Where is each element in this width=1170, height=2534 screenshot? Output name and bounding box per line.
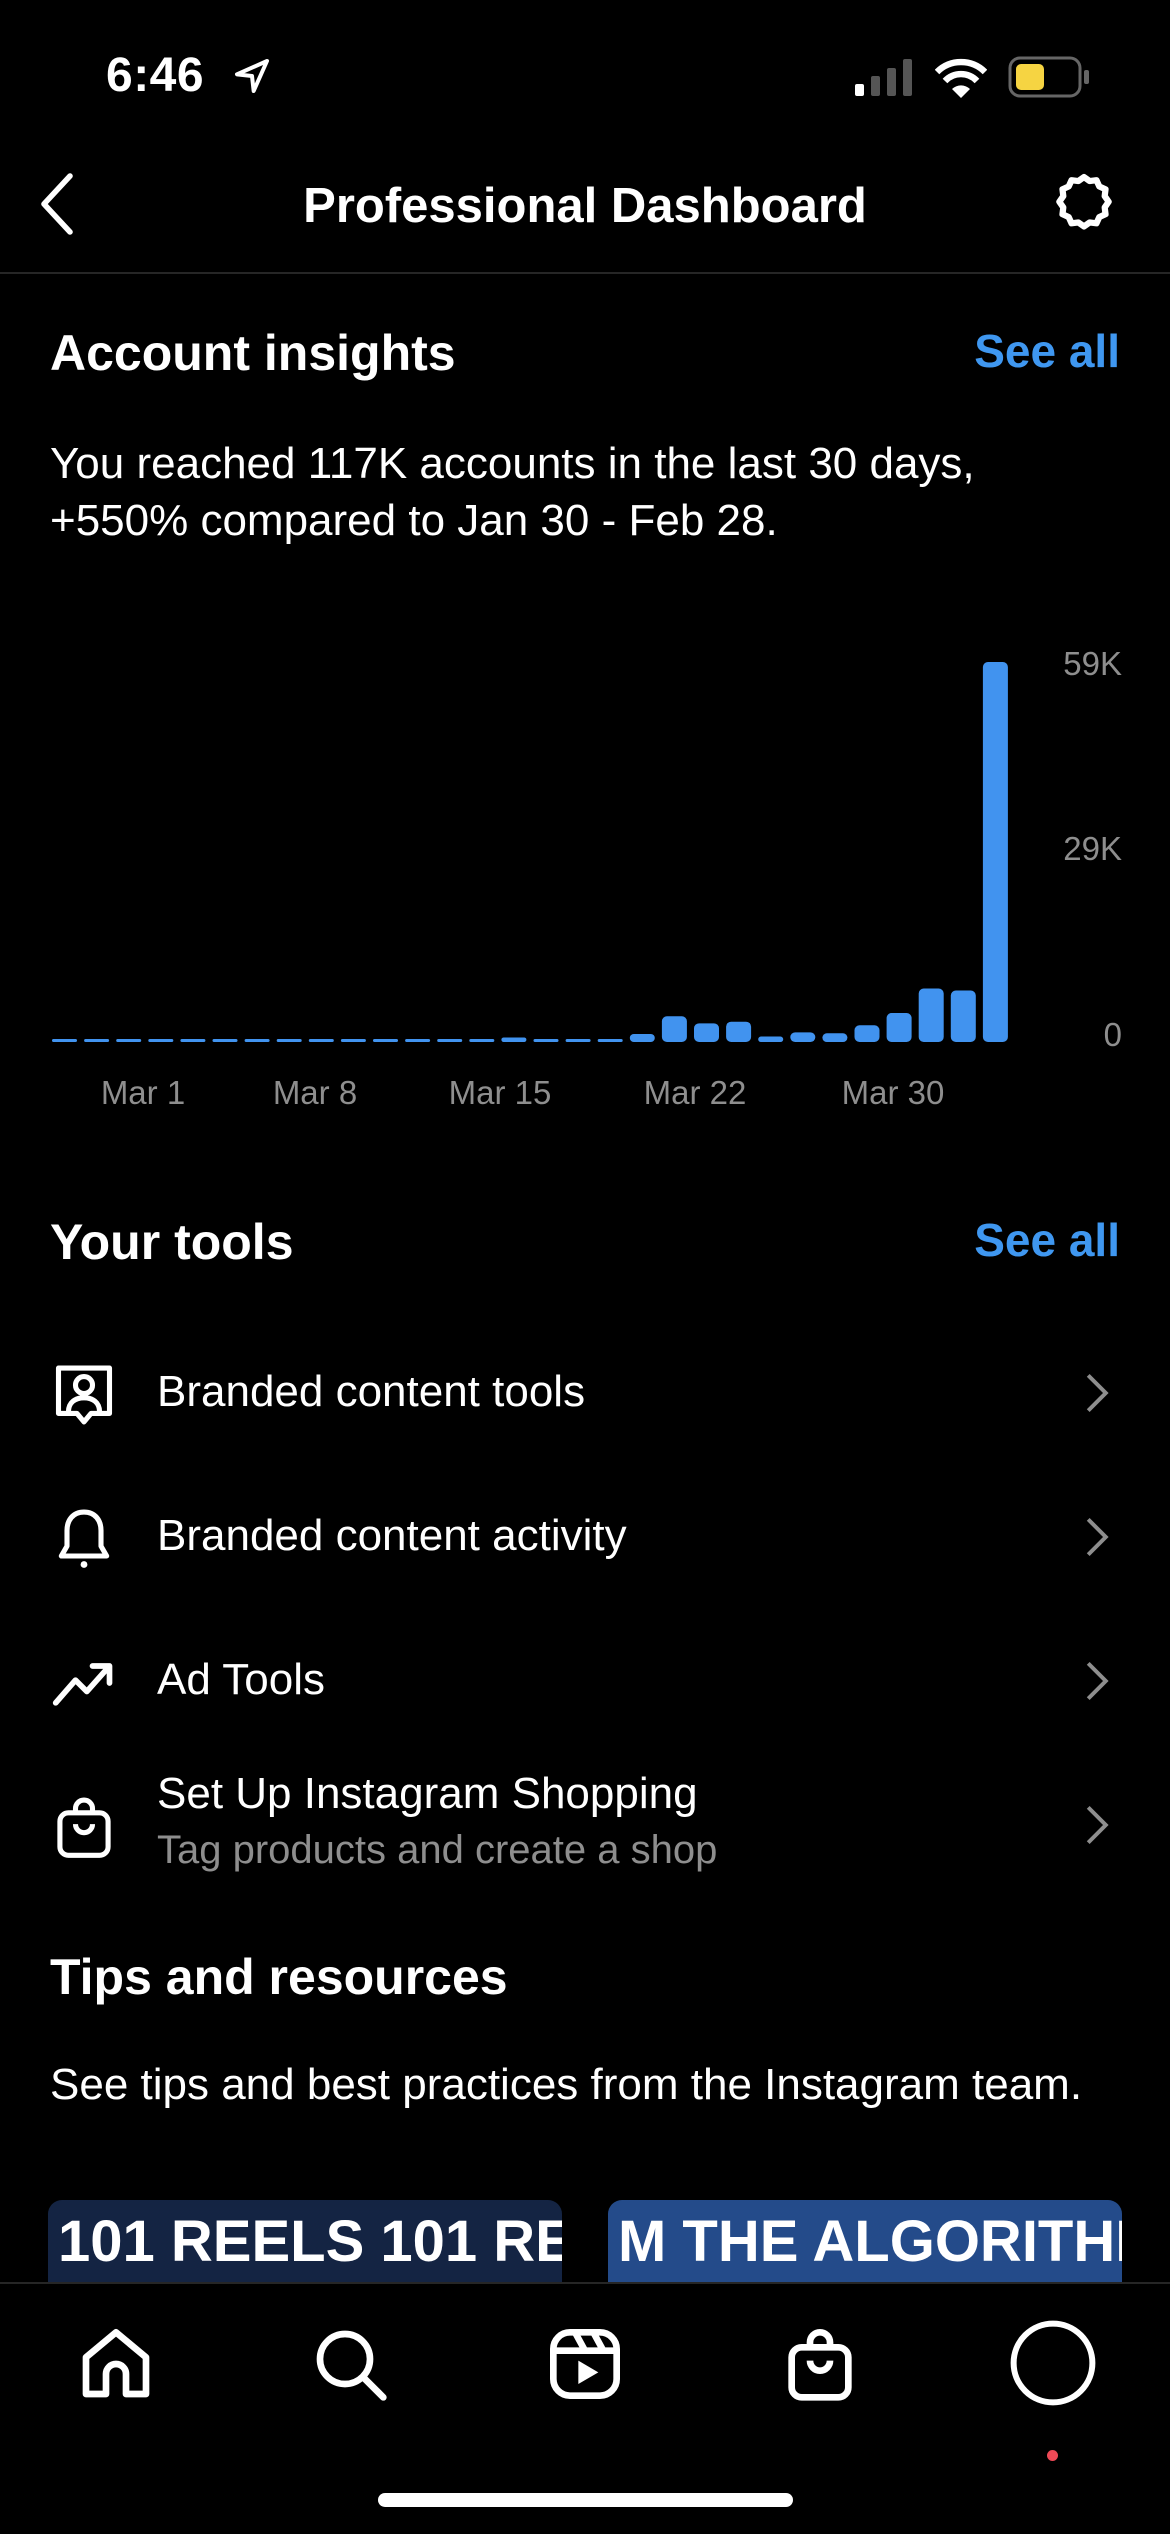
chart-bar[interactable] [982,662,1008,1042]
chevron-right-icon [1086,1373,1109,1413]
profile-icon[interactable] [1008,2318,1098,2408]
tool-row-ad-tools[interactable]: Ad Tools [0,1609,1170,1753]
chart-bar[interactable] [950,990,976,1042]
home-icon[interactable] [76,2324,156,2404]
x-tick-label: Mar 8 [272,1074,358,1111]
tip-card-reels-101[interactable]: 101 REELS 101 REEL [48,2200,562,2282]
chart-bar[interactable] [597,1039,623,1042]
tool-row-branded-content-tools[interactable]: Branded content tools [0,1321,1170,1465]
tip-card-label: M THE ALGORITHM T [618,2209,1122,2274]
y-tick-label: 29K [1063,830,1122,867]
chart-bar[interactable] [822,1033,848,1042]
chart-bar[interactable] [84,1039,110,1042]
y-tick-label: 59K [1063,645,1122,682]
chart-bar[interactable] [180,1039,206,1042]
tip-card-algorithm[interactable]: M THE ALGORITHM T [608,2200,1122,2282]
shopping-bag-icon [57,1797,111,1858]
tool-label: Ad Tools [157,1655,325,1704]
summary-line-2: +550% compared to Jan 30 - Feb 28. [50,496,778,545]
chart-bar[interactable] [212,1039,238,1042]
x-tick-label: Mar 1 [100,1074,186,1111]
chart-bar[interactable] [373,1039,398,1042]
tool-label: Set Up Instagram Shopping [157,1769,698,1818]
chart-bar[interactable] [533,1039,559,1042]
chart-bar[interactable] [501,1037,527,1042]
chart-bar[interactable] [437,1039,463,1042]
chevron-right-icon [1086,1661,1109,1701]
chart-bar[interactable] [694,1023,719,1042]
chart-bar[interactable] [629,1033,655,1042]
tips-heading: Tips and resources [50,1949,508,2005]
settings-gear-icon[interactable] [1050,172,1118,240]
tools-see-all-link[interactable]: See all [974,1213,1120,1267]
tool-label: Branded content tools [157,1367,586,1416]
chart-bar[interactable] [918,988,944,1042]
tool-sublabel: Tag products and create a shop [157,1828,718,1872]
chart-bar[interactable] [340,1039,366,1042]
home-indicator [378,2493,793,2507]
chart-bar[interactable] [244,1039,270,1042]
x-tick-label: Mar 22 [643,1074,747,1111]
y-tick-label: 0 [1103,1016,1122,1053]
summary-line-1: You reached 117K accounts in the last 30… [50,439,975,488]
notification-dot [1047,2450,1058,2461]
page-title: Professional Dashboard [303,179,867,233]
tool-row-branded-content-activity[interactable]: Branded content activity [0,1465,1170,1609]
insights-summary: You reached 117K accounts in the last 30… [50,435,1130,549]
header-divider [0,272,1170,274]
chevron-right-icon [1086,1517,1109,1557]
chevron-right-icon [1086,1805,1109,1845]
tips-text: See tips and best practices from the Ins… [50,2060,1083,2109]
location-arrow-icon [235,59,269,93]
tool-label: Branded content activity [157,1511,627,1560]
chart-bar[interactable] [469,1039,495,1042]
wifi-icon [935,58,987,98]
trending-up-icon [52,1663,113,1706]
tool-row-instagram-shopping[interactable]: Set Up Instagram Shopping Tag products a… [0,1753,1170,1897]
reels-icon[interactable] [545,2324,625,2404]
tip-card-label: 101 REELS 101 REEL [58,2209,562,2274]
account-insights-heading: Account insights [50,325,456,381]
reach-bar-chart [52,662,1008,1042]
insights-see-all-link[interactable]: See all [974,324,1120,378]
chart-bar[interactable] [726,1021,752,1042]
x-tick-label: Mar 30 [841,1074,945,1111]
battery-icon [1008,56,1089,98]
chart-bar[interactable] [405,1039,431,1042]
chart-bar[interactable] [661,1016,687,1042]
status-time: 6:46 [106,49,205,102]
your-tools-heading: Your tools [50,1214,294,1270]
branded-content-icon [55,1365,113,1425]
chart-bar[interactable] [308,1039,334,1042]
chart-bar[interactable] [52,1039,77,1042]
x-tick-label: Mar 15 [448,1074,552,1111]
chart-bar[interactable] [276,1039,302,1042]
chart-bar[interactable] [854,1025,880,1042]
chart-bar[interactable] [758,1036,784,1042]
chart-bar[interactable] [790,1032,816,1042]
shop-icon[interactable] [780,2324,860,2404]
chart-bar[interactable] [116,1039,142,1042]
search-icon[interactable] [310,2324,390,2404]
chart-bar[interactable] [565,1039,591,1042]
cellular-signal-icon [855,59,912,96]
bell-icon [58,1509,110,1568]
chart-bar[interactable] [886,1013,912,1042]
chart-bar[interactable] [148,1039,174,1042]
